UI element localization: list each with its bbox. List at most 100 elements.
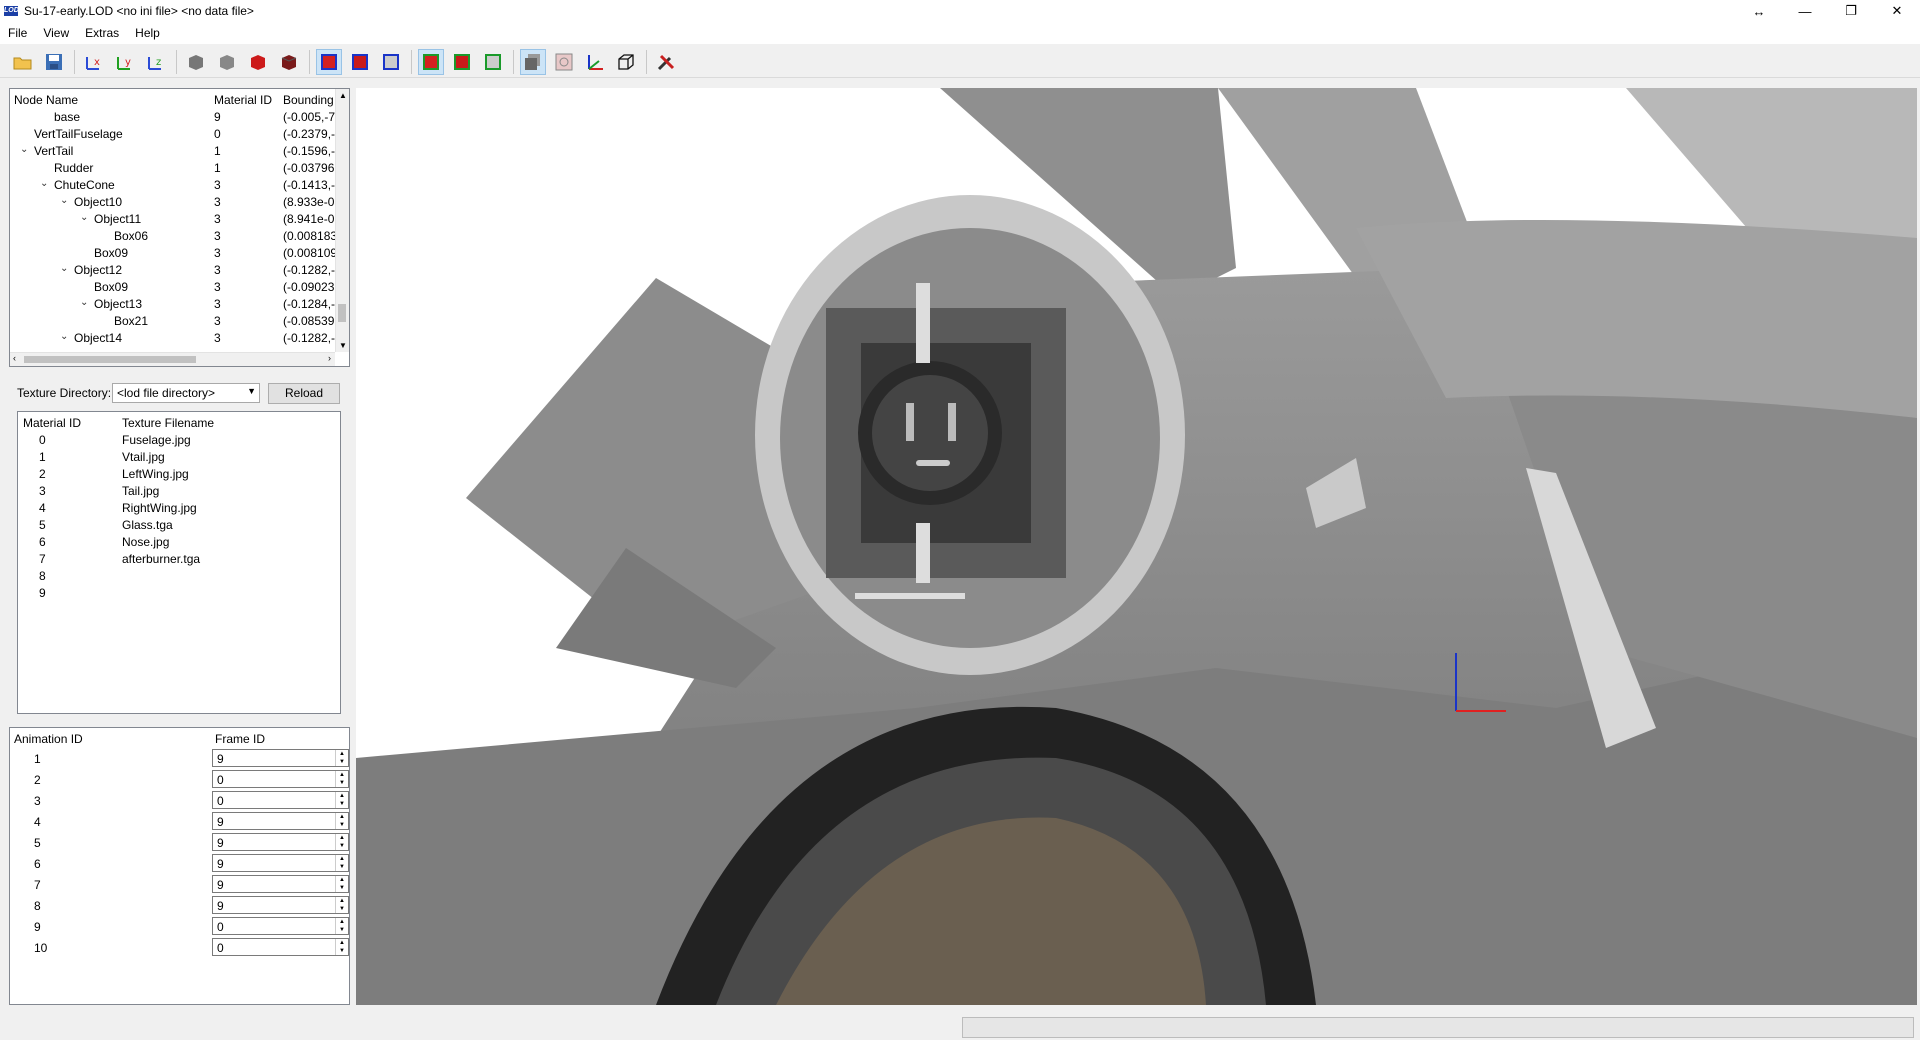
- reload-button[interactable]: Reload: [268, 383, 340, 404]
- save-icon[interactable]: [41, 49, 67, 75]
- texture-row[interactable]: 7 afterburner.tga: [18, 551, 340, 568]
- expand-caret-icon[interactable]: ⌄: [20, 144, 28, 155]
- tree-node-row[interactable]: ⌄ Object14 3 (-0.1282,-: [10, 330, 349, 347]
- tree-node-row[interactable]: Box09 3 (-0.09023,: [10, 279, 349, 296]
- col-bounding[interactable]: Bounding: [283, 93, 334, 107]
- tree-node-row[interactable]: Box21 3 (-0.08539,: [10, 313, 349, 330]
- col-frame-id[interactable]: Frame ID: [215, 732, 265, 746]
- tree-node-row[interactable]: VertTailFuselage 0 (-0.2379,-: [10, 126, 349, 143]
- view-mode-1-icon[interactable]: [316, 48, 342, 75]
- menu-help[interactable]: Help: [127, 26, 168, 40]
- node-tree[interactable]: Node Name Material ID Bounding base 9 (-0.…: [9, 88, 350, 367]
- frame-id-stepper[interactable]: 9 ▲ ▼: [212, 854, 349, 872]
- camera-icon[interactable]: [551, 49, 577, 75]
- stepper-arrows-icon[interactable]: ▲ ▼: [335, 834, 348, 850]
- expand-caret-icon[interactable]: ⌄: [40, 178, 48, 189]
- expand-caret-icon[interactable]: ⌄: [60, 331, 68, 342]
- tree-node-row[interactable]: base 9 (-0.005,-7: [10, 109, 349, 126]
- animation-row[interactable]: 7 9 ▲ ▼: [10, 875, 349, 895]
- view-mode-3-icon[interactable]: [378, 49, 404, 75]
- expand-caret-icon[interactable]: ⌄: [60, 263, 68, 274]
- texture-row[interactable]: 5 Glass.tga: [18, 517, 340, 534]
- animation-row[interactable]: 5 9 ▲ ▼: [10, 833, 349, 853]
- tree-node-row[interactable]: ⌄ Object13 3 (-0.1284,-: [10, 296, 349, 313]
- col-texture-material-id[interactable]: Material ID: [23, 416, 81, 430]
- texture-row[interactable]: 3 Tail.jpg: [18, 483, 340, 500]
- frame-id-stepper[interactable]: 9 ▲ ▼: [212, 812, 349, 830]
- col-node-name[interactable]: Node Name: [14, 93, 78, 107]
- frame-id-stepper[interactable]: 9 ▲ ▼: [212, 875, 349, 893]
- tools-icon[interactable]: [653, 49, 679, 75]
- render-solid-icon[interactable]: [245, 49, 271, 75]
- light-mode-2-icon[interactable]: [449, 49, 475, 75]
- col-material-id[interactable]: Material ID: [214, 93, 272, 107]
- stepper-arrows-icon[interactable]: ▲ ▼: [335, 792, 348, 808]
- stepper-arrows-icon[interactable]: ▲ ▼: [335, 813, 348, 829]
- stepper-arrows-icon[interactable]: ▲ ▼: [335, 939, 348, 955]
- restore-button[interactable]: ❐: [1828, 0, 1874, 22]
- texture-row[interactable]: 8: [18, 568, 340, 585]
- view-mode-2-icon[interactable]: [347, 49, 373, 75]
- animation-row[interactable]: 10 0 ▲ ▼: [10, 938, 349, 958]
- stepper-arrows-icon[interactable]: ▲ ▼: [335, 855, 348, 871]
- stepper-arrows-icon[interactable]: ▲ ▼: [335, 750, 348, 766]
- animation-row[interactable]: 4 9 ▲ ▼: [10, 812, 349, 832]
- animation-row[interactable]: 3 0 ▲ ▼: [10, 791, 349, 811]
- tree-node-row[interactable]: Box09 3 (0.008109: [10, 245, 349, 262]
- texture-row[interactable]: 2 LeftWing.jpg: [18, 466, 340, 483]
- rotate-x-icon[interactable]: x: [81, 49, 107, 75]
- animation-row[interactable]: 6 9 ▲ ▼: [10, 854, 349, 874]
- render-flat-icon[interactable]: [214, 49, 240, 75]
- tree-node-row[interactable]: ⌄ Object11 3 (8.941e-0: [10, 211, 349, 228]
- tree-node-row[interactable]: ⌄ VertTail 1 (-0.1596,-: [10, 143, 349, 160]
- render-textured-icon[interactable]: [276, 49, 302, 75]
- frame-id-stepper[interactable]: 0 ▲ ▼: [212, 770, 349, 788]
- menu-file[interactable]: File: [0, 26, 35, 40]
- tree-node-row[interactable]: ⌄ ChuteCone 3 (-0.1413,-: [10, 177, 349, 194]
- frame-id-stepper[interactable]: 9 ▲ ▼: [212, 896, 349, 914]
- node-tree-hscroll[interactable]: ‹ ›: [10, 352, 335, 366]
- col-texture-filename[interactable]: Texture Filename: [122, 416, 214, 430]
- frame-id-stepper[interactable]: 0 ▲ ▼: [212, 938, 349, 956]
- animation-row[interactable]: 2 0 ▲ ▼: [10, 770, 349, 790]
- stepper-arrows-icon[interactable]: ▲ ▼: [335, 897, 348, 913]
- rotate-z-icon[interactable]: z: [143, 49, 169, 75]
- texture-row[interactable]: 4 RightWing.jpg: [18, 500, 340, 517]
- tree-node-row[interactable]: Box06 3 (0.008183: [10, 228, 349, 245]
- texture-list[interactable]: Material ID Texture Filename 0 Fuselage.j…: [17, 411, 341, 714]
- menu-extras[interactable]: Extras: [77, 26, 127, 40]
- stepper-arrows-icon[interactable]: ▲ ▼: [335, 918, 348, 934]
- node-tree-vscroll[interactable]: ▲ ▼: [335, 89, 349, 352]
- expand-caret-icon[interactable]: ⌄: [80, 212, 88, 223]
- 3d-viewport[interactable]: [356, 88, 1917, 1005]
- open-icon[interactable]: [10, 49, 36, 75]
- stepper-arrows-icon[interactable]: ▲ ▼: [335, 771, 348, 787]
- texture-row[interactable]: 0 Fuselage.jpg: [18, 432, 340, 449]
- minimize-button[interactable]: —: [1782, 0, 1828, 22]
- resize-icon[interactable]: ↔: [1736, 0, 1782, 22]
- frame-id-stepper[interactable]: 0 ▲ ▼: [212, 791, 349, 809]
- light-mode-3-icon[interactable]: [480, 49, 506, 75]
- bounding-box-icon[interactable]: [613, 49, 639, 75]
- expand-caret-icon[interactable]: ⌄: [60, 195, 68, 206]
- tree-node-row[interactable]: ⌄ Object10 3 (8.933e-0: [10, 194, 349, 211]
- frame-id-stepper[interactable]: 9 ▲ ▼: [212, 749, 349, 767]
- frame-id-stepper[interactable]: 9 ▲ ▼: [212, 833, 349, 851]
- animation-row[interactable]: 8 9 ▲ ▼: [10, 896, 349, 916]
- tree-node-row[interactable]: Rudder 1 (-0.03796,: [10, 160, 349, 177]
- light-mode-1-icon[interactable]: [418, 48, 444, 75]
- texture-directory-select[interactable]: <lod file directory> ▼: [112, 383, 260, 403]
- render-shaded-icon[interactable]: [183, 49, 209, 75]
- expand-caret-icon[interactable]: ⌄: [80, 297, 88, 308]
- col-animation-id[interactable]: Animation ID: [14, 732, 83, 746]
- texture-row[interactable]: 1 Vtail.jpg: [18, 449, 340, 466]
- frame-id-stepper[interactable]: 0 ▲ ▼: [212, 917, 349, 935]
- animation-row[interactable]: 9 0 ▲ ▼: [10, 917, 349, 937]
- background-icon[interactable]: [520, 48, 546, 75]
- rotate-y-icon[interactable]: y: [112, 49, 138, 75]
- texture-row[interactable]: 9: [18, 585, 340, 602]
- menu-view[interactable]: View: [35, 26, 77, 40]
- texture-row[interactable]: 6 Nose.jpg: [18, 534, 340, 551]
- stepper-arrows-icon[interactable]: ▲ ▼: [335, 876, 348, 892]
- axes-icon[interactable]: [582, 49, 608, 75]
